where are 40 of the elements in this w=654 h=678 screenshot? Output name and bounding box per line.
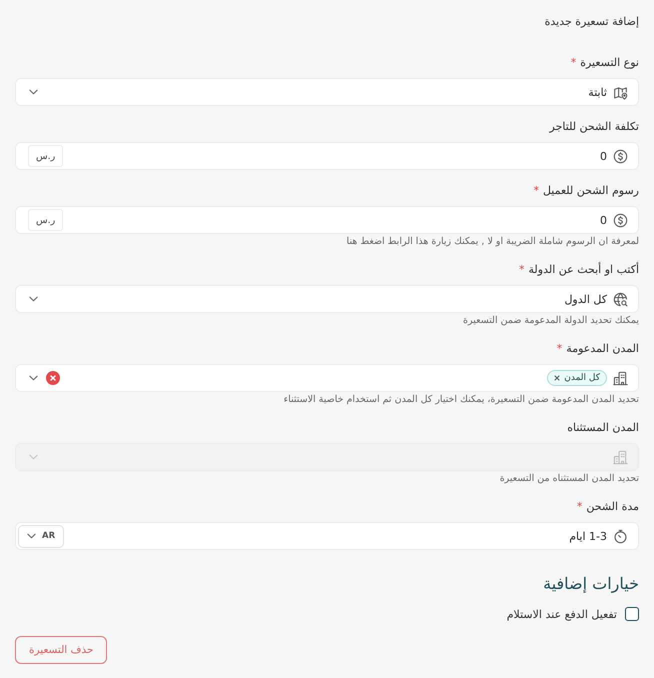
section-heading: خيارات إضافية (543, 574, 639, 594)
required-mark: * (519, 262, 525, 278)
page-title: إضافة تسعيرة جديدة (544, 14, 639, 30)
globe-search-icon (613, 292, 628, 306)
timer-icon (613, 528, 628, 544)
checkbox[interactable] (625, 607, 639, 621)
checkbox-label: تفعيل الدفع عند الاستلام (506, 608, 617, 620)
country-select[interactable]: كل الدول (15, 285, 639, 313)
remove-icon[interactable] (554, 375, 560, 381)
field-label: أكتب او أبحث عن الدولة (528, 262, 639, 278)
coin-icon (613, 148, 628, 164)
cities-multiselect[interactable]: كل المدن (15, 364, 639, 392)
field-hint: تحديد المدن المدعومة ضمن التسعيرة، يمكنك اختيار كل المدن ثم استخدام خاصية الاستثناء (282, 393, 639, 407)
field-label: تكلفة الشحن للتاجر (550, 119, 639, 135)
field-hint: لمعرفة ان الرسوم شاملة الضريبة او لا , يمكنك زيارة هذا الرابط اضغط هنا (346, 235, 639, 249)
field-label: رسوم الشحن للعميل (542, 183, 639, 199)
required-mark: * (570, 55, 576, 71)
required-mark: * (576, 499, 582, 515)
field-label: نوع التسعيرة (580, 55, 639, 71)
field-hint: تحديد المدن المستثناه من التسعيرة (498, 472, 639, 486)
chevron-down-icon[interactable] (29, 375, 38, 381)
buildings-icon (613, 370, 628, 386)
clear-icon[interactable] (46, 371, 60, 385)
coin-icon (613, 212, 628, 228)
buildings-icon (613, 450, 628, 464)
currency-addon: ر.س (28, 145, 64, 167)
select-field[interactable]: ثابتة (15, 78, 639, 106)
currency-addon: ر.س (28, 209, 64, 231)
city-tag[interactable]: كل المدن (547, 370, 607, 386)
chevron-down-icon (27, 533, 36, 539)
chevron-down-icon[interactable] (29, 296, 38, 302)
chevron-down-icon[interactable] (29, 89, 38, 95)
field-label: مدة الشحن (586, 499, 639, 515)
field-label: المدن المدعومة (566, 341, 639, 357)
required-mark: * (533, 183, 539, 199)
field-label: المدن المستثناه (567, 420, 639, 436)
language-select[interactable]: AR (18, 524, 64, 548)
field-hint: يمكنك تحديد الدولة المدعومة ضمن التسعيرة (462, 314, 639, 328)
map-pin-icon (613, 84, 628, 100)
required-mark: * (556, 341, 562, 357)
